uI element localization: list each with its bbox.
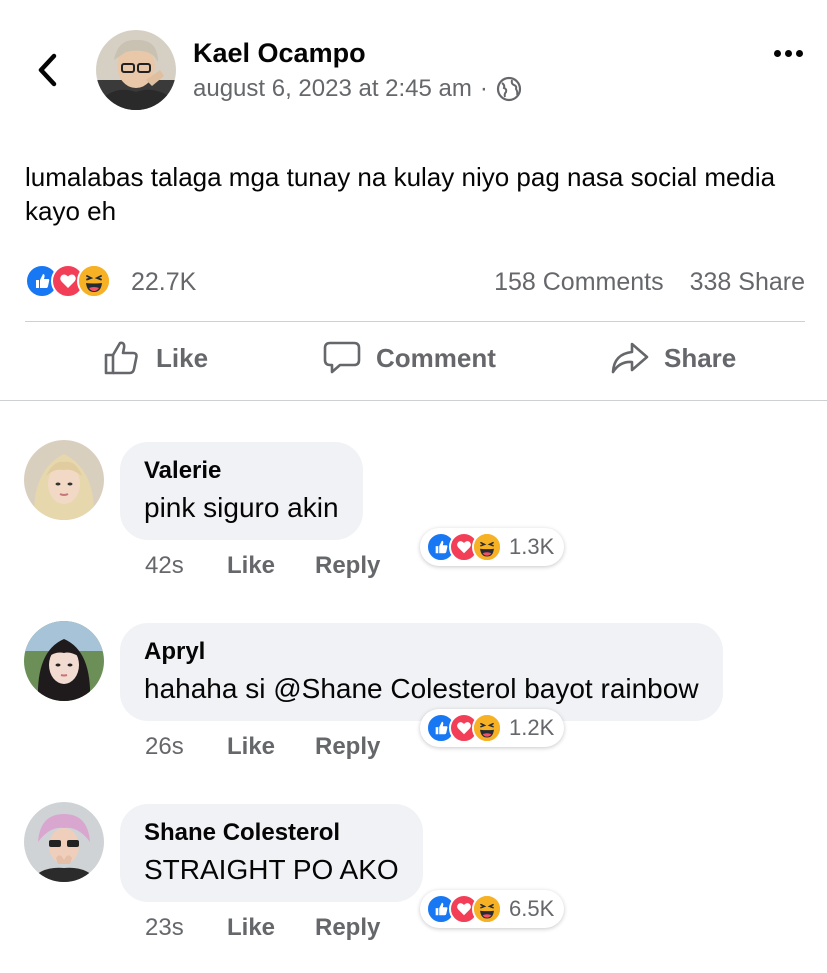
- commenter-avatar[interactable]: [24, 802, 104, 882]
- comment-like-button[interactable]: Like: [227, 914, 315, 942]
- share-label: Share: [664, 342, 737, 373]
- comment-reaction-count: 1.2K: [509, 715, 555, 740]
- post-stats: 158 Comments 338 Share: [494, 268, 805, 297]
- post-text: lumalabas talaga mga tunay na kulay niyo…: [25, 162, 776, 226]
- comment-reactions[interactable]: 6.5K: [420, 890, 565, 928]
- post-meta: august 6, 2023 at 2:45 am ·: [193, 75, 522, 103]
- commenter-name[interactable]: Shane Colesterol: [144, 818, 399, 848]
- divider: [0, 400, 827, 401]
- comment-reaction-count: 6.5K: [509, 896, 555, 921]
- more-options-button[interactable]: [768, 38, 808, 68]
- haha-reaction-icon: [77, 264, 111, 298]
- commenter-avatar[interactable]: [24, 621, 104, 701]
- commenter-name[interactable]: Apryl: [144, 637, 699, 667]
- globe-icon: [496, 76, 521, 102]
- haha-reaction-icon: [472, 713, 502, 743]
- meta-separator: ·: [479, 75, 488, 102]
- share-arrow-icon: [611, 342, 649, 374]
- comment-bubble[interactable]: Valerie pink siguro akin: [120, 442, 363, 540]
- post-timestamp[interactable]: august 6, 2023 at 2:45 am: [193, 75, 472, 103]
- comment-reactions[interactable]: 1.3K: [420, 528, 565, 566]
- comment-reaction-count: 1.3K: [509, 534, 555, 559]
- comment-text: hahaha si @Shane Colesterol bayot rainbo…: [144, 673, 699, 704]
- commenter-name[interactable]: Valerie: [144, 456, 339, 486]
- back-button[interactable]: [30, 50, 64, 90]
- haha-reaction-icon: [472, 894, 502, 924]
- thumbs-up-icon: [104, 341, 138, 375]
- comment-like-button[interactable]: Like: [227, 733, 315, 761]
- comment-time[interactable]: 26s: [145, 733, 227, 761]
- post-reaction-count[interactable]: 22.7K: [131, 268, 196, 297]
- comment-reply-button[interactable]: Reply: [315, 552, 380, 580]
- post-author-name[interactable]: Kael Ocampo: [193, 38, 366, 69]
- like-label: Like: [156, 342, 209, 373]
- like-button[interactable]: Like: [102, 338, 208, 378]
- comment-bubble[interactable]: Shane Colesterol STRAIGHT PO AKO: [120, 804, 423, 902]
- comment-label: Comment: [376, 342, 496, 373]
- more-dots-icon: [773, 49, 803, 57]
- share-button[interactable]: Share: [610, 338, 736, 378]
- comment-time[interactable]: 42s: [145, 552, 227, 580]
- comment-bubble[interactable]: Apryl hahaha si @Shane Colesterol bayot …: [120, 623, 723, 721]
- comment-meta: 26s Like Reply: [145, 733, 380, 761]
- haha-reaction-icon: [472, 532, 502, 562]
- comment-text: STRAIGHT PO AKO: [144, 854, 399, 885]
- comment-button[interactable]: Comment: [322, 338, 496, 378]
- comments-count[interactable]: 158 Comments: [494, 268, 664, 297]
- share-count[interactable]: 338 Share: [690, 268, 805, 297]
- comment-meta: 42s Like Reply: [145, 552, 380, 580]
- post-actions-bar: Like Comment Share: [0, 330, 827, 392]
- speech-bubble-icon: [323, 341, 361, 374]
- comment-text: pink siguro akin: [144, 492, 339, 523]
- divider: [25, 321, 805, 322]
- comment-reactions[interactable]: 1.2K: [420, 709, 565, 747]
- comment-time[interactable]: 23s: [145, 914, 227, 942]
- comment-reply-button[interactable]: Reply: [315, 733, 380, 761]
- post-reactions-row: 22.7K 158 Comments 338 Share: [25, 262, 805, 302]
- reaction-icons[interactable]: [25, 264, 111, 298]
- commenter-avatar[interactable]: [24, 440, 104, 520]
- comment-meta: 23s Like Reply: [145, 914, 380, 942]
- chevron-left-icon: [38, 53, 57, 87]
- comment-like-button[interactable]: Like: [227, 552, 315, 580]
- comment-reply-button[interactable]: Reply: [315, 914, 380, 942]
- author-avatar[interactable]: [96, 30, 176, 110]
